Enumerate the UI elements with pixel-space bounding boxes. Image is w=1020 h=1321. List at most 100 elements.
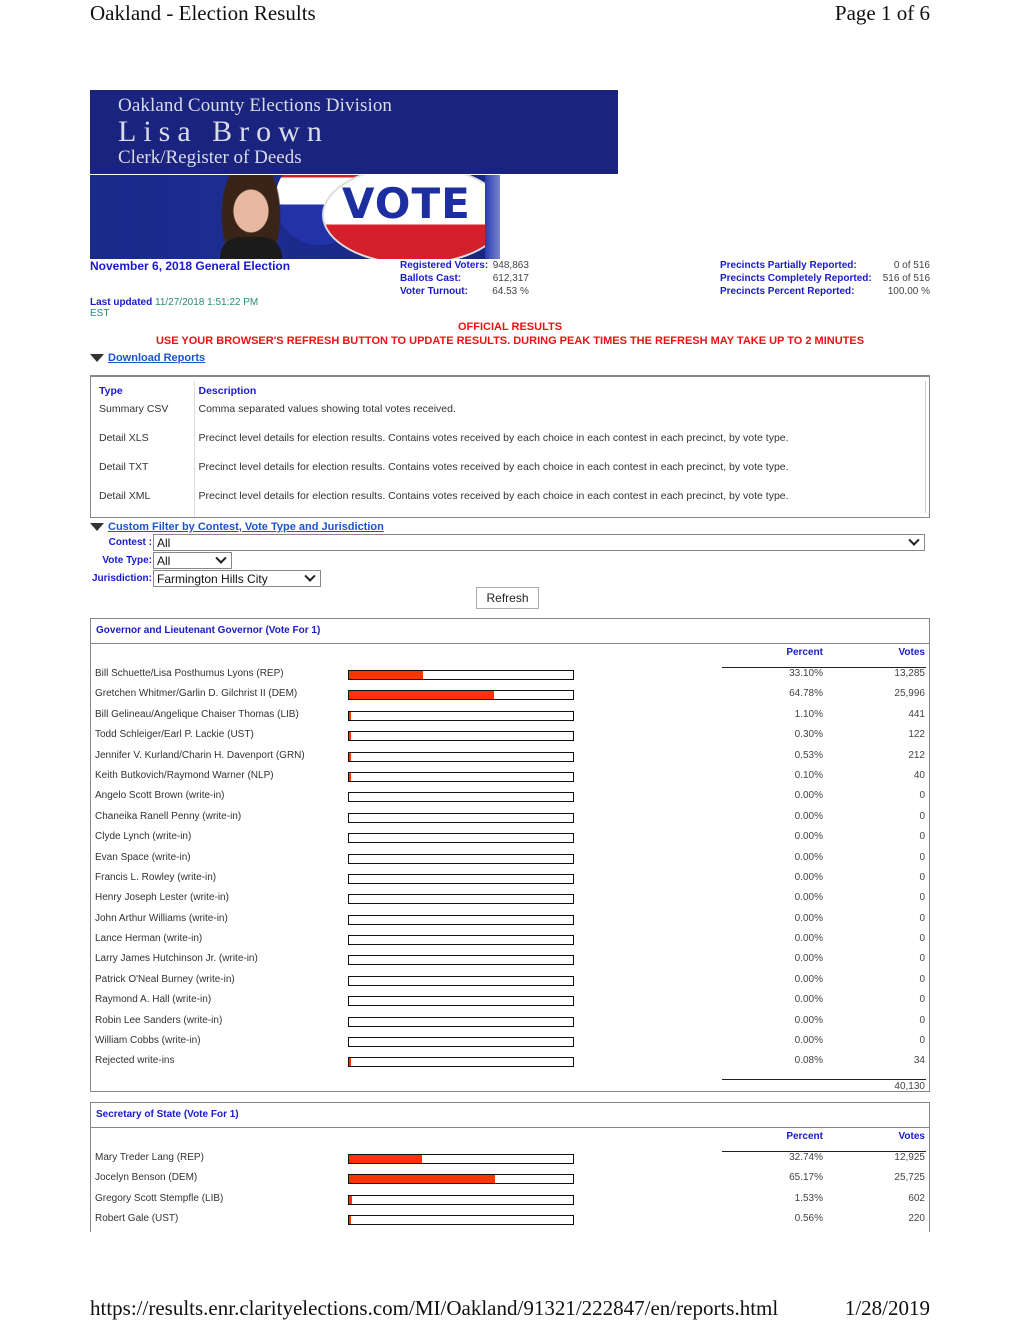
choice-name: Bill Schuette/Lisa Posthumus Lyons (REP) <box>95 668 284 679</box>
choice-percent: 1.10% <box>794 708 823 720</box>
precinct-stats: Precincts Partially Reported: 0 of 516 Pr… <box>720 259 930 298</box>
choice-name: Todd Schleiger/Earl P. Lackie (UST) <box>95 729 254 741</box>
vote-share-bar <box>348 853 574 864</box>
choice-name: Lance Herman (write-in) <box>95 933 203 945</box>
vote-share-bar <box>348 894 574 905</box>
clerk-banner: Oakland County Elections Division Lisa B… <box>90 90 618 174</box>
election-title: November 6, 2018 General Election <box>90 259 291 273</box>
report-row-detail-xls[interactable]: Detail XLS Precinct level details for el… <box>99 430 927 459</box>
vote-share-fill <box>349 1175 495 1184</box>
vote-type-select[interactable]: All <box>153 552 232 569</box>
precincts-percent-value: 100.00 % <box>887 286 930 297</box>
choice-percent: 0.10% <box>794 769 823 781</box>
choice-row: Larry James Hutchinson Jr. (write-in) 0.0… <box>91 953 929 973</box>
choice-votes: 441 <box>908 708 925 720</box>
jurisdiction-label: Jurisdiction: <box>91 573 152 584</box>
vote-share-fill <box>349 1058 352 1067</box>
ballots-cast-label: Ballots Cast: <box>400 273 462 284</box>
report-description: Precinct level details for election resu… <box>198 432 789 444</box>
report-type[interactable]: Summary CSV <box>99 401 195 430</box>
contest-column-headers: Percent Votes <box>91 1128 929 1152</box>
download-reports-toggle[interactable]: Download Reports <box>90 352 205 364</box>
choice-percent: 0.00% <box>794 953 823 965</box>
vote-share-fill <box>349 1155 423 1163</box>
vote-button-image-right <box>485 175 500 259</box>
contest-label: Contest : <box>108 537 152 548</box>
print-date: 1/28/2019 <box>844 1296 930 1320</box>
description-header: Description <box>198 385 257 397</box>
official-results-notice: OFFICIAL RESULTS <box>457 321 563 333</box>
choice-row: Francis L. Rowley (write-in) 0.00% 0 <box>91 872 929 892</box>
download-reports-link[interactable]: Download Reports <box>108 352 205 364</box>
custom-filter-toggle[interactable]: Custom Filter by Contest, Vote Type and … <box>90 521 384 533</box>
choice-row: Keith Butkovich/Raymond Warner (NLP) 0.10… <box>91 770 929 790</box>
choice-name: John Arthur Williams (write-in) <box>95 912 228 924</box>
vote-share-bar <box>348 996 574 1007</box>
vote-share-fill <box>349 772 352 781</box>
triangle-down-icon <box>90 523 104 531</box>
report-type[interactable]: Detail XML <box>99 488 195 517</box>
jurisdiction-select[interactable]: Farmington Hills City <box>153 570 321 587</box>
custom-filter-link[interactable]: Custom Filter by Contest, Vote Type and … <box>108 521 384 533</box>
choice-row: Jocelyn Benson (DEM) 65.17% 25,725 <box>91 1172 929 1192</box>
choice-percent: 0.00% <box>794 831 823 843</box>
contest-select[interactable]: All <box>153 534 925 551</box>
choice-percent: 1.53% <box>794 1192 823 1204</box>
precincts-partial-value: 0 of 516 <box>893 260 930 271</box>
jurisdiction-selected-value: Farmington Hills City <box>157 571 268 586</box>
choice-row: Bill Schuette/Lisa Posthumus Lyons (REP)… <box>91 668 929 688</box>
choice-row: Raymond A. Hall (write-in) 0.00% 0 <box>91 994 929 1014</box>
vote-share-bar <box>348 955 574 966</box>
report-description: Precinct level details for election resu… <box>198 461 789 473</box>
choice-row: Clyde Lynch (write-in) 0.00% 0 <box>91 831 929 851</box>
choice-row: William Cobbs (write-in) 0.00% 0 <box>91 1035 929 1055</box>
choice-percent: 0.00% <box>794 1035 823 1047</box>
report-type[interactable]: Detail TXT <box>99 459 195 488</box>
contest-title: Governor and Lieutenant Governor (Vote F… <box>91 619 929 644</box>
clerk-photo-image: VOTE <box>90 175 500 259</box>
vote-share-bar <box>348 710 574 721</box>
precincts-complete-label: Precincts Completely Reported: <box>720 273 872 284</box>
contest-total: 40,130 <box>91 1076 929 1098</box>
choice-name: Patrick O'Neal Burney (write-in) <box>95 973 235 985</box>
reports-table: Type Description Summary CSV Comma separ… <box>99 381 927 517</box>
choice-votes: 0 <box>919 1035 925 1047</box>
panel-scrollbar[interactable] <box>925 381 926 513</box>
print-header: Oakland - Election Results Page 1 of 6 <box>90 1 930 26</box>
choice-name: Jocelyn Benson (DEM) <box>95 1172 198 1184</box>
vote-share-bar <box>348 914 574 925</box>
vote-share-fill <box>349 711 352 720</box>
choice-votes: 13,285 <box>894 668 925 679</box>
contest-filter: Contest : All <box>90 534 925 551</box>
vote-share-bar <box>348 812 574 823</box>
vote-share-bar <box>348 1057 574 1068</box>
choice-name: Evan Space (write-in) <box>95 851 191 863</box>
vote-share-bar <box>348 833 574 844</box>
choice-percent: 0.00% <box>794 933 823 945</box>
vote-share-bar <box>348 731 574 742</box>
choice-votes: 0 <box>919 953 925 965</box>
refresh-button[interactable]: Refresh <box>476 587 539 609</box>
choice-name: Mary Treder Lang (REP) <box>95 1152 204 1163</box>
ballots-cast-value: 612,317 <box>492 273 529 284</box>
choice-percent: 0.00% <box>794 892 823 904</box>
vote-share-bar <box>348 670 574 680</box>
choice-list: Bill Schuette/Lisa Posthumus Lyons (REP)… <box>91 668 929 1076</box>
precincts-partial-label: Precincts Partially Reported: <box>720 260 857 271</box>
report-type[interactable]: Detail XLS <box>99 430 195 459</box>
choice-name: William Cobbs (write-in) <box>95 1035 201 1047</box>
choice-votes: 25,996 <box>894 688 925 700</box>
choice-name: Larry James Hutchinson Jr. (write-in) <box>95 953 258 965</box>
choice-votes: 40 <box>913 769 925 781</box>
report-row-summary-csv[interactable]: Summary CSV Comma separated values showi… <box>99 401 927 430</box>
choice-row: Angelo Scott Brown (write-in) 0.00% 0 <box>91 790 929 810</box>
choice-percent: 0.08% <box>794 1055 823 1067</box>
report-row-detail-txt[interactable]: Detail TXT Precinct level details for el… <box>99 459 927 488</box>
contest-secretary-of-state: Secretary of State (Vote For 1) Percent … <box>90 1102 930 1232</box>
report-row-detail-xml[interactable]: Detail XML Precinct level details for el… <box>99 488 927 517</box>
vote-share-fill <box>349 1216 352 1225</box>
choice-row: Gretchen Whitmer/Garlin D. Gilchrist II … <box>91 688 929 708</box>
print-url: https://results.enr.clarityelections.com… <box>90 1296 779 1320</box>
choice-votes: 0 <box>919 851 925 863</box>
choice-votes: 0 <box>919 933 925 945</box>
